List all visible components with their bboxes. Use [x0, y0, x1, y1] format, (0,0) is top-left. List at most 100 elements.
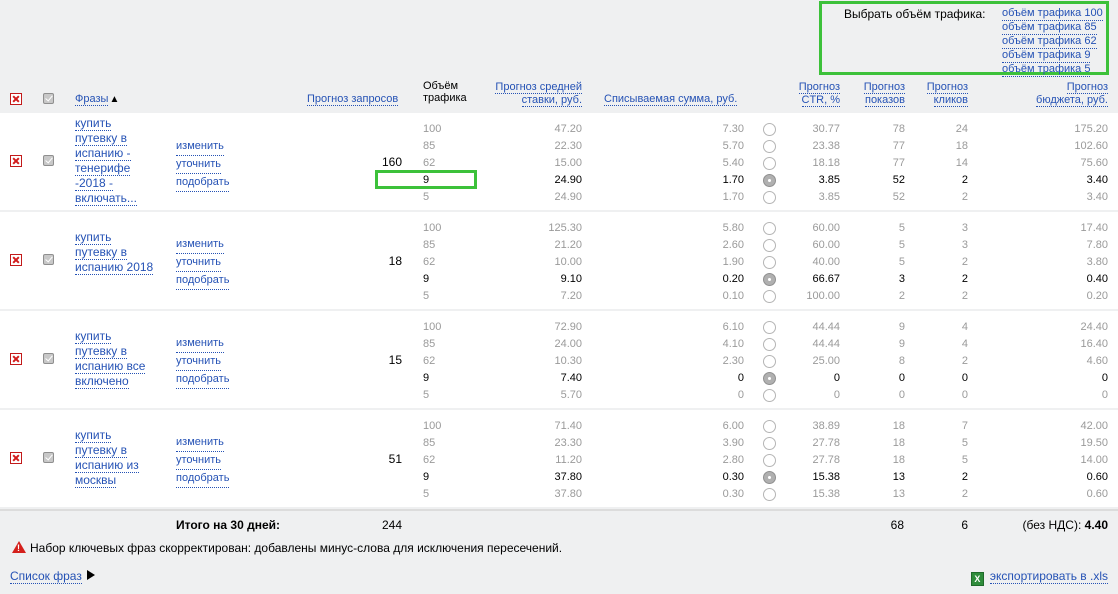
budget-value: 3.80: [1086, 256, 1108, 268]
traffic-options: объём трафика 100 объём трафика 85 объём…: [1002, 7, 1103, 77]
table-header: Фразы▲ Прогноз запросов Объём трафика Пр…: [0, 78, 1118, 111]
budget-value: 14.00: [1080, 454, 1108, 466]
clicks-value: 7: [961, 420, 968, 432]
radio-icon[interactable]: [763, 140, 776, 153]
impressions-value: 0: [898, 372, 905, 384]
impressions-header-line1[interactable]: Прогноз: [863, 81, 905, 94]
clicks-header-line1[interactable]: Прогноз: [926, 81, 968, 94]
charged-value: 1.70: [722, 191, 744, 203]
radio-icon[interactable]: [763, 157, 776, 170]
traffic-option-9[interactable]: объём трафика 9: [1002, 49, 1091, 63]
traffic-option-5[interactable]: объём трафика 5: [1002, 63, 1091, 77]
radio-icon[interactable]: [763, 389, 776, 402]
radio-selected-icon[interactable]: [763, 372, 776, 385]
charged-value: 0.20: [722, 273, 744, 285]
avg-bid-header-line2[interactable]: ставки, руб.: [521, 94, 582, 107]
avg-bid-header-line1[interactable]: Прогноз средней: [495, 81, 582, 94]
radio-icon[interactable]: [763, 488, 776, 501]
bid-value: 9.10: [560, 273, 582, 285]
traffic-volume-value: 100: [423, 222, 442, 234]
radio-icon[interactable]: [763, 191, 776, 204]
traffic-option-row: 62 15.00 5.40 18.18 77 14 75.60: [0, 155, 1118, 172]
avg-bid-header[interactable]: Прогноз средней ставки, руб.: [490, 81, 582, 107]
table-row: купить путевку в испанию - тенерифе -201…: [0, 111, 1118, 210]
clicks-value: 4: [961, 321, 968, 333]
select-all-checkbox[interactable]: [43, 93, 54, 104]
forecast-requests-header[interactable]: Прогноз запросов: [307, 93, 399, 106]
budget-header-line2[interactable]: бюджета, руб.: [1036, 94, 1108, 107]
total-budget-label: (без НДС):: [1022, 518, 1082, 532]
charged-value: 6.00: [722, 420, 744, 432]
budget-header-line1[interactable]: Прогноз: [1066, 81, 1108, 94]
clicks-header-line2[interactable]: кликов: [933, 94, 968, 107]
charged-sum-header[interactable]: Списываемая сумма, руб.: [604, 93, 738, 106]
ctr-header-line1[interactable]: Прогноз: [798, 81, 840, 94]
impressions-header[interactable]: Прогноз показов: [855, 81, 905, 107]
phrases-sort-link[interactable]: Фразы: [75, 93, 109, 106]
bid-value: 24.90: [554, 191, 582, 203]
ctr-value: 66.67: [812, 273, 840, 285]
traffic-volume-value: 85: [423, 140, 436, 152]
bid-value: 37.80: [554, 471, 582, 483]
radio-icon[interactable]: [763, 290, 776, 303]
total-requests: 244: [381, 518, 402, 532]
charged-value: 2.30: [722, 355, 744, 367]
charged-value: 2.60: [722, 239, 744, 251]
excel-icon: X: [970, 572, 984, 586]
charged-value: 3.90: [722, 437, 744, 449]
charged-value: 5.40: [722, 157, 744, 169]
radio-icon[interactable]: [763, 222, 776, 235]
radio-icon[interactable]: [763, 454, 776, 467]
traffic-option-85[interactable]: объём трафика 85: [1002, 21, 1097, 35]
ctr-value: 100.00: [806, 290, 840, 302]
clicks-value: 3: [961, 239, 968, 251]
impressions-value: 3: [898, 273, 905, 285]
radio-icon[interactable]: [763, 239, 776, 252]
radio-icon[interactable]: [763, 338, 776, 351]
bid-value: 24.90: [554, 174, 582, 186]
radio-icon[interactable]: [763, 256, 776, 269]
export-xls-link[interactable]: экспортировать в .xls: [989, 569, 1108, 584]
bid-value: 10.00: [554, 256, 582, 268]
charged-value: 6.10: [722, 321, 744, 333]
ctr-header-line2[interactable]: CTR, %: [801, 94, 840, 107]
radio-selected-icon[interactable]: [763, 471, 776, 484]
total-clicks: 6: [961, 518, 968, 532]
export-xls[interactable]: Xэкспортировать в .xls: [970, 569, 1108, 586]
charged-value: 1.90: [722, 256, 744, 268]
traffic-header-line2: трафика: [423, 92, 467, 104]
traffic-volume-value: 5: [423, 290, 430, 302]
traffic-option-row: 9 24.90 1.70 3.85 52 2 3.40: [0, 172, 1118, 189]
impressions-value: 5: [898, 239, 905, 251]
radio-icon[interactable]: [763, 321, 776, 334]
radio-selected-icon[interactable]: [763, 273, 776, 286]
phrase-list-link[interactable]: Список фраз: [10, 569, 82, 584]
clicks-value: 2: [961, 174, 968, 186]
clicks-header[interactable]: Прогноз кликов: [918, 81, 968, 107]
traffic-option-100[interactable]: объём трафика 100: [1002, 7, 1103, 21]
ctr-value: 30.77: [812, 123, 840, 135]
highlight-selected-traffic: [375, 170, 477, 189]
budget-header[interactable]: Прогноз бюджета, руб.: [1020, 81, 1108, 107]
radio-icon[interactable]: [763, 123, 776, 136]
phrase-list-toggle[interactable]: Список фраз: [10, 569, 95, 584]
radio-icon[interactable]: [763, 437, 776, 450]
radio-icon[interactable]: [763, 420, 776, 433]
traffic-option-row: 100 125.30 5.80 60.00 5 3 17.40: [0, 220, 1118, 237]
delete-all-icon[interactable]: [10, 93, 22, 105]
radio-selected-icon[interactable]: [763, 174, 776, 187]
charged-value: 0.30: [722, 488, 744, 500]
phrases-header[interactable]: Фразы▲: [75, 93, 119, 106]
ctr-header[interactable]: Прогноз CTR, %: [790, 81, 840, 107]
ctr-value: 15.38: [812, 488, 840, 500]
traffic-option-row: 85 22.30 5.70 23.38 77 18 102.60: [0, 138, 1118, 155]
budget-value: 0.60: [1086, 471, 1108, 483]
impressions-value: 0: [898, 389, 905, 401]
impressions-value: 77: [892, 157, 905, 169]
impressions-header-line2[interactable]: показов: [864, 94, 905, 107]
traffic-option-62[interactable]: объём трафика 62: [1002, 35, 1097, 49]
traffic-volume-value: 5: [423, 191, 430, 203]
expand-arrow-icon[interactable]: [86, 570, 95, 580]
budget-value: 16.40: [1080, 338, 1108, 350]
radio-icon[interactable]: [763, 355, 776, 368]
